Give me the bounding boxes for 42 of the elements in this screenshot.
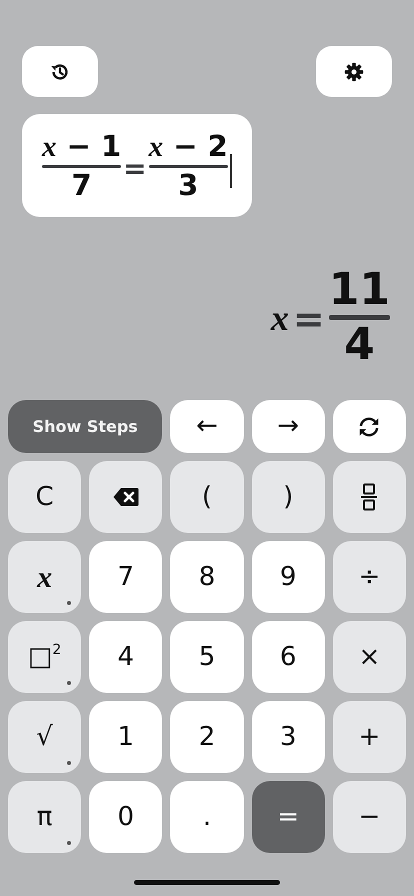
keypad-key[interactable]: 5 bbox=[170, 621, 244, 693]
keypad-key[interactable]: 4 bbox=[89, 621, 162, 693]
arrow-button[interactable]: → bbox=[252, 400, 325, 453]
equals-sign: = bbox=[292, 296, 325, 344]
numerator: 11 bbox=[328, 267, 390, 314]
equals-key[interactable]: = bbox=[252, 781, 325, 853]
keypad-key[interactable]: 7 bbox=[89, 541, 162, 613]
denominator: 4 bbox=[344, 322, 375, 368]
keypad-key[interactable]: √ bbox=[8, 701, 82, 773]
denominator: 7 bbox=[71, 170, 92, 200]
keypad-key[interactable]: π bbox=[8, 781, 82, 853]
keypad-key[interactable]: 9 bbox=[252, 541, 325, 613]
keypad-key[interactable]: + bbox=[332, 701, 406, 773]
variable-key[interactable]: x bbox=[8, 541, 82, 613]
keypad-key[interactable]: □$^{2}$ bbox=[8, 621, 82, 693]
keypad-key[interactable]: 0 bbox=[89, 781, 162, 853]
denominator: 3 bbox=[178, 170, 198, 200]
keypad-key[interactable]: 2 bbox=[170, 701, 244, 773]
keypad-key[interactable]: ( bbox=[170, 461, 244, 533]
keypad-key[interactable]: ÷ bbox=[332, 541, 406, 613]
keypad-key[interactable]: × bbox=[332, 621, 406, 693]
fraction-key[interactable] bbox=[332, 461, 406, 533]
numerator: x − 2 bbox=[148, 131, 228, 162]
show-steps-button[interactable]: Show Steps bbox=[8, 400, 162, 453]
arrow-button[interactable]: ← bbox=[170, 400, 244, 453]
keypad-key[interactable]: . bbox=[170, 781, 244, 853]
keypad-key[interactable]: C bbox=[8, 461, 82, 533]
keypad-key[interactable]: − bbox=[332, 781, 406, 853]
equals-sign: = bbox=[123, 150, 147, 186]
backspace-key[interactable] bbox=[89, 461, 162, 533]
keypad-key[interactable]: ) bbox=[252, 461, 325, 533]
keypad-key[interactable]: 8 bbox=[170, 541, 244, 613]
settings-button[interactable] bbox=[316, 46, 392, 97]
backspace-icon bbox=[112, 487, 139, 507]
keypad-key[interactable]: 1 bbox=[89, 701, 162, 773]
numerator: x − 1 bbox=[42, 131, 122, 162]
refresh-button[interactable] bbox=[332, 400, 406, 453]
keypad-key[interactable]: 6 bbox=[252, 621, 325, 693]
history-button[interactable] bbox=[22, 46, 98, 97]
fraction-icon bbox=[361, 483, 378, 511]
keypad-key[interactable]: 3 bbox=[252, 701, 325, 773]
result-variable: x bbox=[270, 296, 289, 340]
